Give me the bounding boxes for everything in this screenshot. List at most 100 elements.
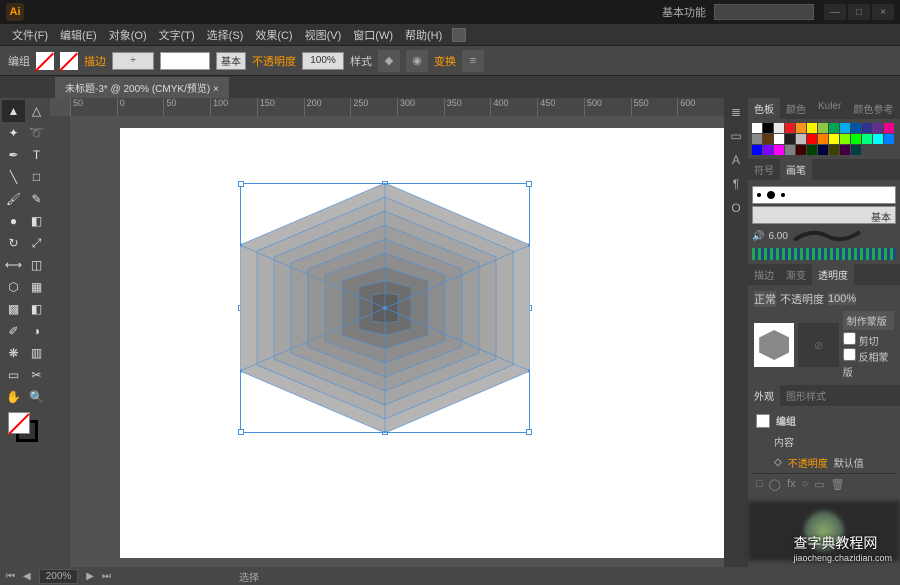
swatch-item[interactable] (862, 123, 872, 133)
swatch-item[interactable] (774, 123, 784, 133)
search-field[interactable] (714, 4, 814, 20)
stroke-swatch[interactable] (60, 52, 78, 70)
blend-mode-select[interactable]: 正常 (754, 291, 776, 307)
clear-icon[interactable]: ○ (802, 478, 809, 491)
tab-brushes[interactable]: 画笔 (780, 159, 812, 180)
rotate-tool[interactable]: ↻ (2, 232, 25, 254)
stroke-label[interactable]: 描边 (84, 53, 106, 69)
menu-help[interactable]: 帮助(H) (399, 27, 448, 43)
artwork-hexagons[interactable] (240, 183, 530, 433)
document-tab[interactable]: 未标题-3* @ 200% (CMYK/预览) × (55, 77, 229, 98)
pen-tool[interactable]: ✒ (2, 144, 25, 166)
rectangle-tool[interactable]: □ (25, 166, 48, 188)
close-button[interactable]: × (872, 4, 894, 20)
paintbrush-tool[interactable]: 🖌 (2, 188, 25, 210)
symbol-sprayer-tool[interactable]: ❋ (2, 342, 25, 364)
tab-graphic-styles[interactable]: 图形样式 (780, 385, 832, 406)
swatch-item[interactable] (807, 134, 817, 144)
shape-builder-tool[interactable]: ⬡ (2, 276, 25, 298)
menu-extra-icon[interactable] (452, 28, 466, 42)
slice-tool[interactable]: ✂ (25, 364, 48, 386)
swatch-item[interactable] (840, 134, 850, 144)
add-fill-icon[interactable]: □ (756, 478, 763, 491)
swatch-item[interactable] (796, 123, 806, 133)
width-tool[interactable]: ⟷ (2, 254, 25, 276)
swatch-item[interactable] (807, 123, 817, 133)
add-stroke-icon[interactable]: ◯ (769, 478, 781, 491)
mask-thumb[interactable]: ⊘ (798, 323, 838, 367)
type-panel-icon[interactable]: A (727, 152, 745, 168)
perspective-tool[interactable]: ▦ (25, 276, 48, 298)
first-artboard-icon[interactable]: ⏮ (6, 571, 15, 582)
hand-tool[interactable]: ✋ (2, 386, 25, 408)
menu-edit[interactable]: 编辑(E) (54, 27, 103, 43)
paragraph-icon[interactable]: ¶ (727, 176, 745, 192)
zoom-field[interactable]: 200% (39, 569, 79, 584)
blob-brush-tool[interactable]: ● (2, 210, 25, 232)
swatch-item[interactable] (818, 145, 828, 155)
swatch-item[interactable] (818, 134, 828, 144)
eraser-tool[interactable]: ◧ (25, 210, 48, 232)
fill-swatch[interactable] (36, 52, 54, 70)
brush-pattern-row[interactable] (752, 248, 896, 260)
selection-tool[interactable]: ▲ (2, 100, 25, 122)
menu-object[interactable]: 对象(O) (103, 27, 153, 43)
artboard[interactable] (120, 128, 724, 558)
eyedropper-tool[interactable]: ✐ (2, 320, 25, 342)
menu-type[interactable]: 文字(T) (153, 27, 201, 43)
clip-checkbox[interactable] (843, 332, 856, 345)
tab-color[interactable]: 颜色 (780, 98, 812, 119)
workspace-switcher[interactable]: 基本功能 (662, 4, 706, 20)
style-thumb-icon[interactable]: ◆ (378, 50, 400, 72)
brush-basic-row[interactable]: 基本 (752, 206, 896, 224)
swatch-item[interactable] (796, 145, 806, 155)
tab-swatches[interactable]: 色板 (748, 98, 780, 119)
opacity-field-panel[interactable]: 100% (828, 293, 856, 305)
swatch-item[interactable] (752, 123, 762, 133)
opentype-icon[interactable]: O (727, 200, 745, 216)
maximize-button[interactable]: □ (848, 4, 870, 20)
swatch-grid[interactable] (752, 123, 896, 155)
opacity-label[interactable]: 不透明度 (252, 53, 296, 69)
menu-select[interactable]: 选择(S) (201, 27, 250, 43)
layers-icon[interactable]: ≣ (727, 104, 745, 120)
swatch-item[interactable] (840, 123, 850, 133)
transparency-thumb[interactable] (754, 323, 794, 367)
swatch-item[interactable] (796, 134, 806, 144)
tab-color-guide[interactable]: 颜色参考 (847, 98, 899, 119)
line-tool[interactable]: ╲ (2, 166, 25, 188)
swatch-item[interactable] (862, 134, 872, 144)
blend-tool[interactable]: ◑ (25, 320, 48, 342)
graph-tool[interactable]: ▥ (25, 342, 48, 364)
swatch-item[interactable] (752, 134, 762, 144)
swatch-item[interactable] (818, 123, 828, 133)
swatch-item[interactable] (851, 123, 861, 133)
zoom-tool[interactable]: 🔍 (25, 386, 48, 408)
stroke-weight-field[interactable]: ÷ (112, 52, 154, 70)
swatch-item[interactable] (829, 134, 839, 144)
make-mask-button[interactable]: 制作蒙版 (843, 311, 894, 330)
duplicate-icon[interactable]: ▭ (814, 478, 824, 491)
gradient-tool[interactable]: ◧ (25, 298, 48, 320)
swatch-item[interactable] (884, 123, 894, 133)
direct-selection-tool[interactable]: △ (25, 100, 48, 122)
swatch-item[interactable] (785, 134, 795, 144)
free-transform-tool[interactable]: ◫ (25, 254, 48, 276)
appearance-content-row[interactable]: 内容 (752, 431, 896, 452)
tab-transparency[interactable]: 透明度 (812, 264, 854, 285)
tab-kuler[interactable]: Kuler (812, 98, 847, 119)
swatch-item[interactable] (774, 145, 784, 155)
delete-icon[interactable]: 🗑 (831, 478, 845, 491)
swatch-item[interactable] (829, 123, 839, 133)
swatch-item[interactable] (774, 134, 784, 144)
type-tool[interactable]: T (25, 144, 48, 166)
appearance-opacity-row[interactable]: ◇ 不透明度 默认值 (752, 452, 896, 473)
last-artboard-icon[interactable]: ⏭ (102, 571, 111, 582)
next-artboard-icon[interactable]: ▶ (86, 571, 94, 582)
swatch-item[interactable] (873, 123, 883, 133)
opacity-field[interactable]: 100% (302, 52, 344, 70)
swatch-item[interactable] (785, 145, 795, 155)
brush-preset-row[interactable] (752, 186, 896, 204)
stroke-profile[interactable] (160, 52, 210, 70)
recolor-icon[interactable]: ◉ (406, 50, 428, 72)
